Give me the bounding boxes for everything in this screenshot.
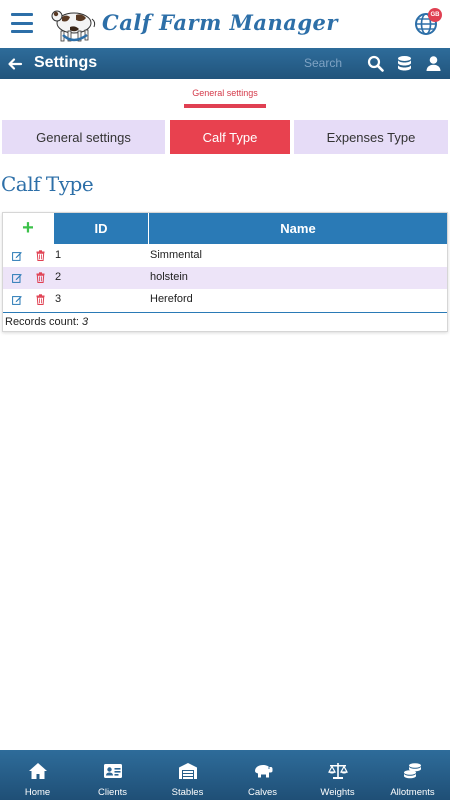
brand-bar: Calf Farm Manager GB: [0, 0, 450, 48]
breadcrumb[interactable]: General settings: [0, 88, 450, 98]
edit-icon[interactable]: [12, 273, 22, 283]
cell-name: Hereford: [150, 293, 193, 305]
bottom-nav: Home Clients Stables Calves Weights Allo…: [0, 750, 450, 800]
nav-label-allotments: Allotments: [390, 787, 435, 798]
page-title: Calf Type: [1, 172, 94, 196]
row-actions: [3, 289, 53, 311]
nav-weights[interactable]: Weights: [300, 750, 375, 800]
warehouse-icon: [178, 763, 197, 779]
table-header: + ID Name: [3, 213, 447, 244]
tab-general-settings[interactable]: General settings: [2, 120, 165, 154]
coins-icon: [403, 763, 421, 779]
language-badge[interactable]: GB: [428, 8, 442, 22]
tab-expenses-type[interactable]: Expenses Type: [294, 120, 448, 154]
search-icon[interactable]: [367, 55, 384, 72]
cell-id: 1: [55, 249, 62, 261]
hippo-icon: [254, 765, 272, 778]
home-icon: [28, 763, 47, 779]
nav-label-calves: Calves: [247, 787, 278, 798]
settings-tabs: General settings Calf Type Expenses Type: [2, 120, 448, 154]
search-input[interactable]: [304, 52, 360, 74]
nav-label-home: Home: [24, 787, 51, 798]
app-title: Calf Farm Manager: [102, 10, 338, 35]
column-header-id[interactable]: ID: [53, 213, 148, 244]
header-title: Settings: [34, 54, 98, 71]
nav-label-stables: Stables: [171, 787, 204, 798]
cell-name: holstein: [150, 271, 188, 283]
app-header: Settings: [0, 48, 450, 79]
cow-logo-icon: [51, 10, 96, 42]
id-card-icon: [103, 764, 122, 778]
database-icon[interactable]: [396, 55, 413, 72]
edit-icon[interactable]: [12, 295, 22, 305]
column-header-name[interactable]: Name: [148, 213, 447, 244]
nav-home[interactable]: Home: [0, 750, 75, 800]
calf-type-table: + ID Name 1 Simmental 2 holstein 3 Heref…: [2, 212, 448, 332]
nav-allotments[interactable]: Allotments: [375, 750, 450, 800]
scale-icon: [327, 763, 348, 779]
delete-icon[interactable]: [36, 294, 45, 305]
nav-clients[interactable]: Clients: [75, 750, 150, 800]
records-count-label: Records count:: [5, 316, 79, 328]
user-icon[interactable]: [425, 55, 442, 72]
back-arrow-icon[interactable]: [7, 56, 23, 72]
row-actions: [3, 245, 53, 267]
menu-icon[interactable]: [11, 13, 33, 33]
edit-icon[interactable]: [12, 251, 22, 261]
add-button[interactable]: +: [3, 213, 53, 244]
cell-name: Simmental: [150, 249, 202, 261]
cell-id: 2: [55, 271, 62, 283]
records-count-value: 3: [82, 316, 89, 328]
nav-label-clients: Clients: [97, 787, 128, 798]
tab-calf-type[interactable]: Calf Type: [170, 120, 290, 154]
table-row[interactable]: 3 Hereford: [3, 289, 447, 311]
nav-calves[interactable]: Calves: [225, 750, 300, 800]
cell-id: 3: [55, 293, 62, 305]
nav-stables[interactable]: Stables: [150, 750, 225, 800]
breadcrumb-underline: [184, 104, 266, 108]
table-row[interactable]: 2 holstein: [3, 267, 447, 289]
delete-icon[interactable]: [36, 250, 45, 261]
records-count: Records count: 3: [3, 312, 447, 332]
nav-label-weights: Weights: [320, 787, 355, 798]
app-root: Calf Farm Manager GB Settings Search Gen…: [0, 0, 450, 800]
table-row[interactable]: 1 Simmental: [3, 245, 447, 267]
delete-icon[interactable]: [36, 272, 45, 283]
row-actions: [3, 267, 53, 289]
